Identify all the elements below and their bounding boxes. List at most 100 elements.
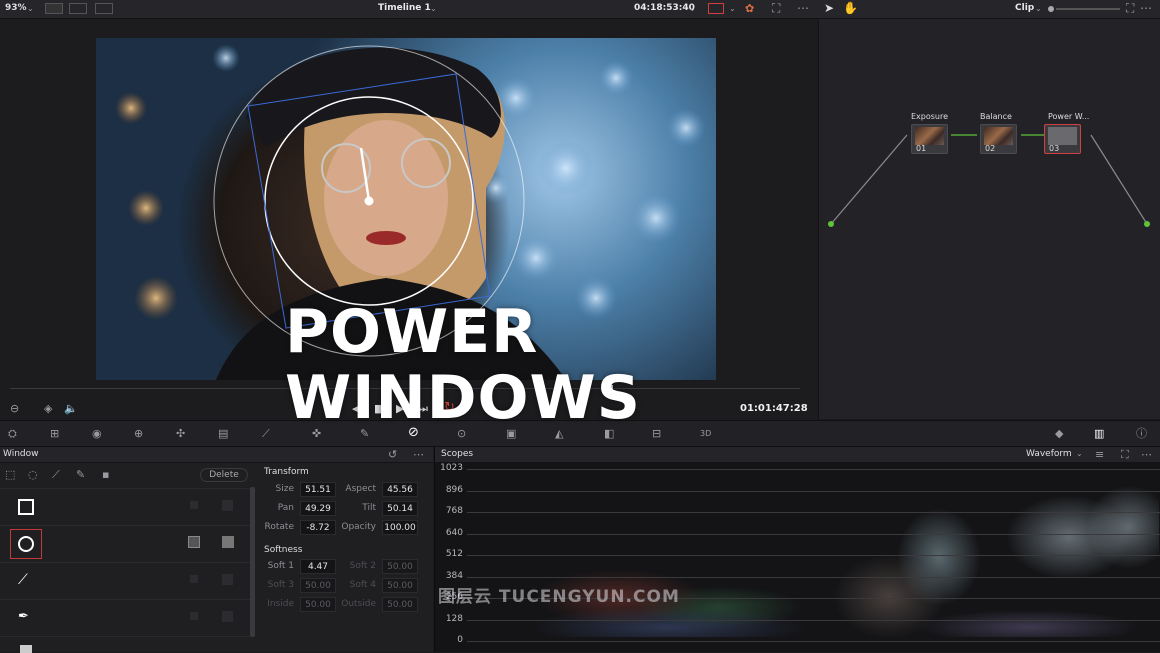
waveform-gridline [467, 619, 1160, 621]
chevron-down-icon[interactable]: ⌄ [1035, 2, 1042, 16]
node-exposure[interactable]: 01 [911, 124, 948, 154]
circle-window-icon [18, 536, 34, 552]
window-row-polygon[interactable]: ✒ [0, 599, 250, 636]
add-polygon-window-icon[interactable]: ✎ [76, 468, 85, 482]
more-options-icon[interactable]: ⋯ [1141, 448, 1152, 462]
enable-toggle[interactable] [222, 611, 233, 622]
soft3-field[interactable]: 50.00 [300, 578, 336, 593]
invert-toggle[interactable] [190, 612, 198, 620]
delete-button[interactable]: Delete [200, 468, 248, 482]
fullscreen-icon[interactable]: ⛶ [772, 1, 780, 15]
add-linear-window-icon[interactable]: ⟋ [52, 468, 60, 482]
node-label: Balance [980, 112, 1012, 121]
window-row-square[interactable] [0, 488, 250, 525]
curves-icon[interactable]: ▤ [218, 427, 228, 441]
waveform-area: 1023 896 768 640 512 384 256 128 0 [435, 463, 1160, 652]
chevron-down-icon[interactable]: ⌄ [1076, 447, 1083, 461]
window-panel-title: Window [3, 449, 39, 459]
layer-icon[interactable]: ◈ [44, 402, 52, 416]
speaker-icon[interactable]: 🔈 [64, 402, 78, 416]
more-options-icon[interactable]: ⋯ [1140, 1, 1152, 15]
color-picker-icon[interactable]: ✿ [745, 2, 754, 16]
invert-toggle[interactable] [190, 501, 198, 509]
rotate-field[interactable]: -8.72 [300, 520, 336, 535]
chevron-down-icon[interactable]: ⌄ [689, 2, 696, 16]
node-zoom-slider-handle[interactable] [1048, 6, 1054, 12]
node-number: 02 [985, 144, 996, 153]
add-square-window-icon[interactable]: ⬚ [5, 468, 15, 482]
soft2-field[interactable]: 50.00 [382, 559, 418, 574]
top-bar: 93% ⌄ Timeline 1 ⌄ 04:18:53:40 ⌄ ⌄ ✿ ⛶ ⋯… [0, 0, 1160, 19]
window-panel-header: Window ↺ ⋯ [0, 447, 433, 463]
source-timecode: 04:18:53:40 [634, 3, 695, 13]
window-shape-icon[interactable]: ⊖ [10, 402, 19, 416]
enable-toggle[interactable] [222, 536, 234, 548]
single-viewer-icon[interactable] [45, 3, 63, 14]
keyframes-icon[interactable]: ◆ [1055, 427, 1063, 441]
waveform-tick-label: 768 [445, 506, 463, 516]
soft3-label: Soft 3 [267, 580, 294, 590]
invert-toggle[interactable] [190, 575, 198, 583]
window-row-circle[interactable] [0, 525, 250, 562]
gallery-view-icon[interactable] [95, 3, 113, 14]
enable-toggle[interactable] [222, 500, 233, 511]
add-gradient-window-icon[interactable]: ▪ [102, 468, 109, 482]
chevron-down-icon[interactable]: ⌄ [27, 2, 34, 16]
scope-settings-icon[interactable]: ≡ [1095, 448, 1104, 462]
tilt-label: Tilt [362, 503, 376, 513]
node-balance[interactable]: 02 [980, 124, 1017, 154]
linear-window-icon: ⟋ [18, 572, 28, 588]
camera-raw-icon[interactable]: ⛭ [8, 427, 17, 441]
scopes-panel: Scopes Waveform ⌄ ≡ ⛶ ⋯ 1023 896 768 640 512… [434, 447, 1160, 652]
video-monitor-icon[interactable] [708, 3, 724, 14]
tilt-field[interactable]: 50.14 [382, 501, 418, 516]
size-field[interactable]: 51.51 [300, 482, 336, 497]
waveform-trace [469, 477, 1159, 637]
scope-mode-select[interactable]: Waveform [1026, 449, 1072, 459]
hand-icon[interactable]: ✋ [843, 1, 858, 15]
waveform-gridline [467, 490, 1160, 492]
inside-field[interactable]: 50.00 [300, 597, 336, 612]
soft1-field[interactable]: 4.47 [300, 559, 336, 574]
zoom-level[interactable]: 93% [5, 3, 27, 13]
window-row-gradient[interactable] [0, 636, 250, 653]
node-power-window[interactable]: 03 [1044, 124, 1081, 154]
aspect-field[interactable]: 45.56 [382, 482, 418, 497]
chevron-down-icon[interactable]: ⌄ [430, 2, 437, 16]
size-label: Size [275, 484, 294, 494]
opacity-field[interactable]: 100.00 [382, 520, 418, 535]
fullscreen-icon[interactable]: ⛶ [1121, 448, 1129, 462]
node-number: 03 [1049, 144, 1060, 153]
fullscreen-icon[interactable]: ⛶ [1126, 1, 1134, 15]
invert-toggle[interactable] [188, 536, 200, 548]
pan-field[interactable]: 49.29 [300, 501, 336, 516]
color-wheels-icon[interactable]: ◉ [92, 427, 102, 441]
reset-icon[interactable]: ↺ [388, 448, 397, 462]
clip-mode-label[interactable]: Clip [1015, 3, 1034, 13]
more-options-icon[interactable]: ⋯ [413, 448, 424, 462]
aspect-label: Aspect [345, 484, 376, 494]
split-viewer-icon[interactable] [69, 3, 87, 14]
enable-toggle[interactable] [222, 574, 233, 585]
chevron-down-icon[interactable]: ⌄ [729, 2, 736, 16]
rgb-mixer-icon[interactable]: ⊕ [134, 427, 143, 441]
window-panel: Window ↺ ⋯ ⬚ ◌ ⟋ ✎ ▪ Delete ⟋ ✒ Transfor… [0, 447, 433, 653]
more-options-icon[interactable]: ⋯ [797, 1, 809, 15]
timeline-title[interactable]: Timeline 1 [378, 3, 431, 13]
overlay-title: POWER WINDOWS [285, 297, 641, 433]
motion-effects-icon[interactable]: ✣ [176, 427, 185, 441]
soft4-field[interactable]: 50.00 [382, 578, 418, 593]
pointer-icon[interactable]: ➤ [824, 1, 834, 15]
color-warper-icon[interactable]: ⟋ [262, 427, 270, 441]
color-match-icon[interactable]: ⊞ [50, 427, 59, 441]
window-row-linear[interactable]: ⟋ [0, 562, 250, 599]
waveform-tick-label: 0 [457, 635, 463, 645]
info-icon[interactable]: ⓘ [1136, 427, 1147, 441]
node-zoom-slider[interactable] [1056, 8, 1120, 10]
soft4-label: Soft 4 [349, 580, 376, 590]
node-number: 01 [916, 144, 927, 153]
scopes-icon[interactable]: ▥ [1094, 427, 1104, 441]
outside-field[interactable]: 50.00 [382, 597, 418, 612]
node-thumbnail [1048, 127, 1077, 145]
add-circle-window-icon[interactable]: ◌ [28, 468, 38, 482]
